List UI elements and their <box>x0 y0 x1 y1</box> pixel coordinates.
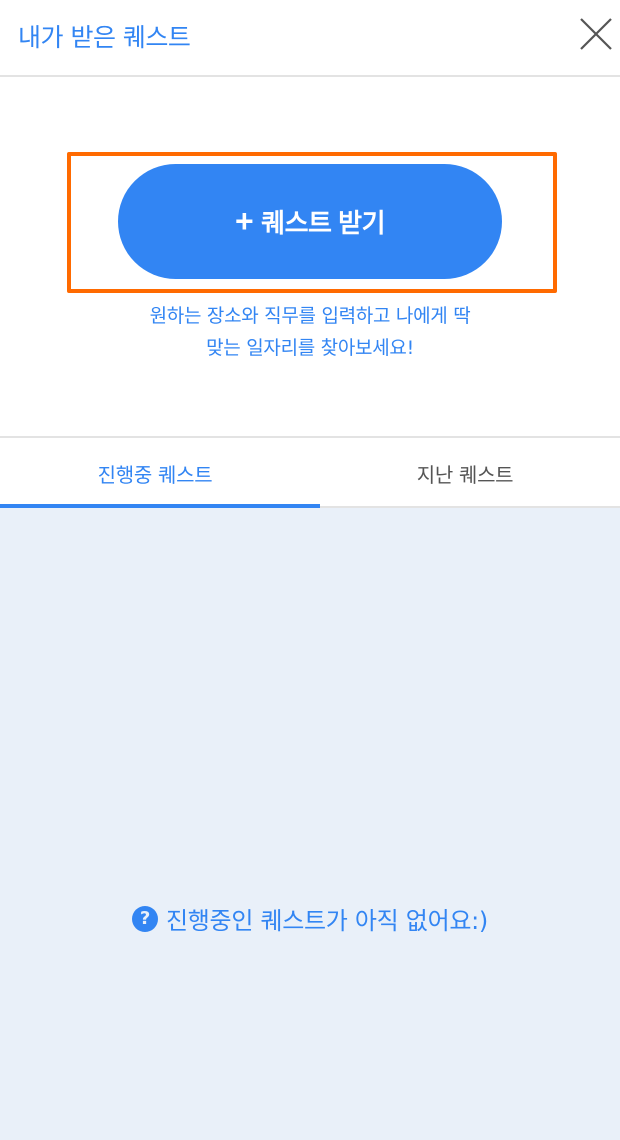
tab-ongoing-quests[interactable]: 진행중 퀘스트 <box>0 438 310 508</box>
close-button[interactable] <box>578 16 614 52</box>
close-icon <box>580 18 612 50</box>
page-title: 내가 받은 퀘스트 <box>18 23 191 52</box>
question-circle-icon: ? <box>132 905 158 932</box>
get-quest-label: 퀘스트 받기 <box>261 208 385 238</box>
empty-state-message: 진행중인 퀘스트가 아직 없어요:) <box>166 907 488 935</box>
quest-list-area: ? 진행중인 퀘스트가 아직 없어요:) <box>0 508 620 1140</box>
quest-tabs: 진행중 퀘스트 지난 퀘스트 <box>0 436 620 508</box>
tab-past-quests[interactable]: 지난 퀘스트 <box>310 438 620 508</box>
header: 내가 받은 퀘스트 <box>0 0 620 77</box>
cta-description-line1: 원하는 장소와 직무를 입력하고 나에게 딱 <box>149 305 471 327</box>
plus-icon: + <box>234 203 254 239</box>
quest-cta-section: + 퀘스트 받기 원하는 장소와 직무를 입력하고 나에게 딱 맞는 일자리를 … <box>0 77 620 436</box>
cta-description: 원하는 장소와 직무를 입력하고 나에게 딱 맞는 일자리를 찾아보세요! <box>60 300 560 364</box>
cta-description-line2: 맞는 일자리를 찾아보세요! <box>206 337 414 359</box>
get-quest-button[interactable]: + 퀘스트 받기 <box>118 164 502 279</box>
empty-state: ? 진행중인 퀘스트가 아직 없어요:) <box>0 901 620 936</box>
